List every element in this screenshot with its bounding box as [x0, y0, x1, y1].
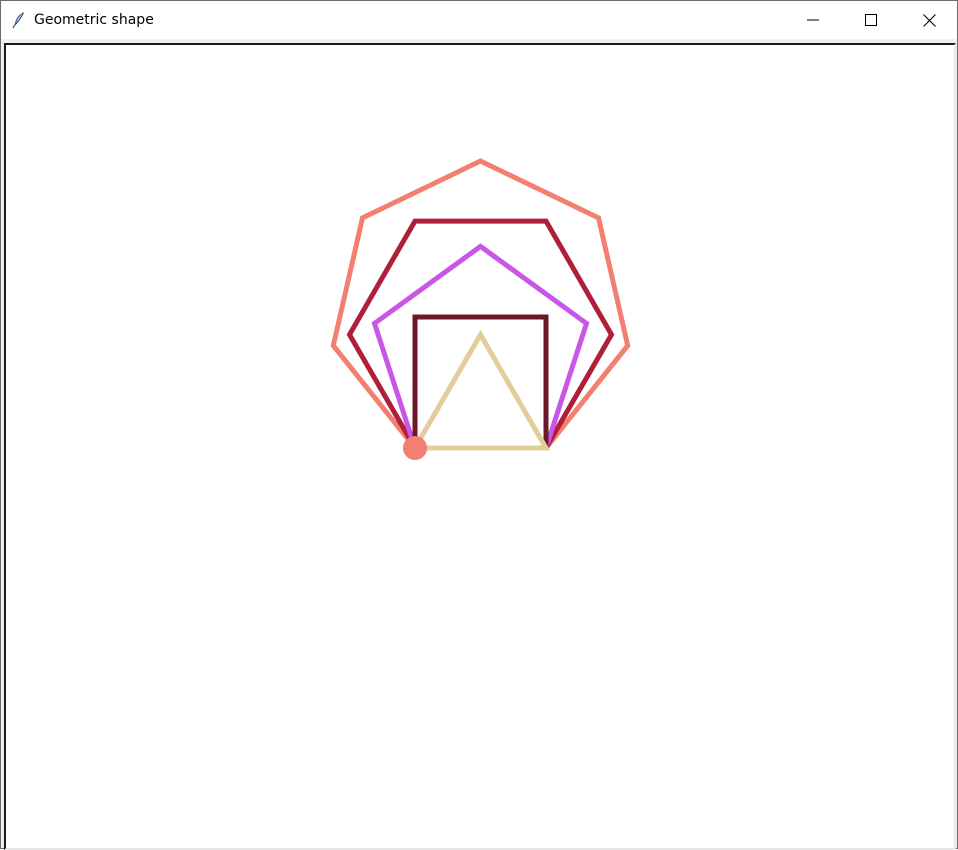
heptagon-shape	[330, 158, 631, 451]
maximize-icon	[865, 14, 877, 26]
app-window: Geometric shape	[0, 0, 958, 850]
minimize-icon	[807, 19, 819, 21]
drawing-canvas[interactable]	[4, 43, 956, 850]
pentagon-shape	[371, 243, 590, 451]
close-icon	[922, 13, 936, 27]
turtle-marker	[403, 436, 427, 460]
minimize-button[interactable]	[784, 1, 842, 39]
close-button[interactable]	[900, 1, 958, 39]
shapes-drawing	[330, 158, 631, 460]
maximize-button[interactable]	[842, 1, 900, 39]
window-title: Geometric shape	[34, 12, 154, 28]
feather-icon	[9, 10, 29, 30]
title-bar[interactable]: Geometric shape	[1, 1, 957, 39]
triangle-shape	[410, 329, 551, 451]
